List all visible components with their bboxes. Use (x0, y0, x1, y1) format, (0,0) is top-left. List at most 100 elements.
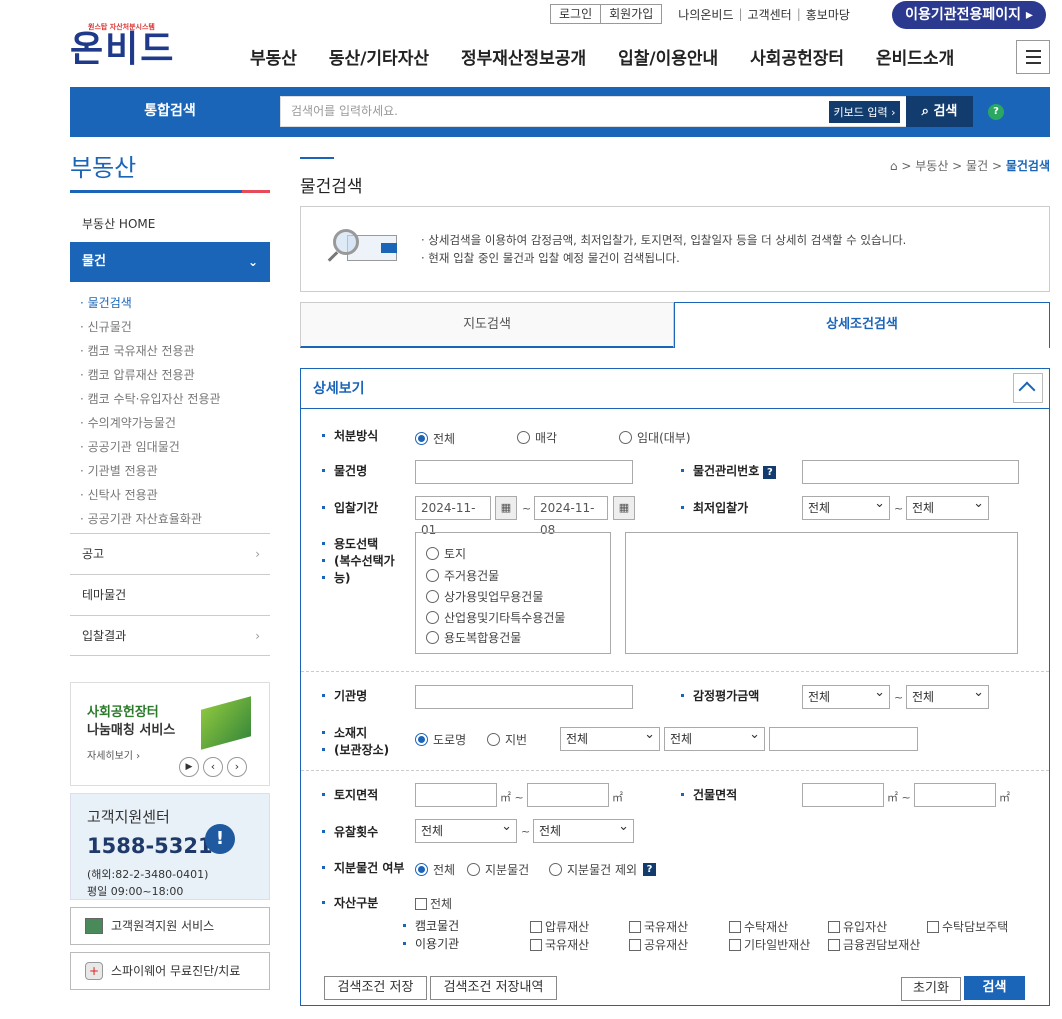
location-radio-road[interactable]: 도로명 (415, 731, 466, 748)
saved-conditions-button[interactable]: 검색조건 저장내역 (430, 976, 557, 1000)
item-name-input[interactable] (415, 460, 633, 484)
help-icon[interactable]: ? (988, 104, 1004, 120)
usage-selected-box[interactable] (625, 532, 1018, 654)
lnb-sub-item[interactable]: · 캠코 국유재산 전용관 (80, 342, 195, 359)
location-sido-select[interactable]: 전체 (560, 724, 660, 751)
asset-checkbox[interactable]: 국유재산 (629, 918, 688, 935)
asset-all-checkbox[interactable]: 전체 (415, 895, 452, 912)
play-icon[interactable]: ▶ (179, 757, 199, 777)
join-link[interactable]: 회원가입 (601, 4, 663, 24)
lnb-sub-item[interactable]: · 수의계약가능물건 (80, 414, 176, 431)
lnb-sub-item[interactable]: · 기관별 전용관 (80, 462, 158, 479)
share-radio-exclude[interactable]: 지분물건 제외? (549, 861, 657, 878)
usage-option[interactable]: 산업용및기타특수용건물 (426, 609, 565, 626)
lnb-sub-item-active[interactable]: · 물건검색 (80, 294, 132, 311)
gnb-realestate[interactable]: 부동산 (250, 44, 297, 69)
org-input[interactable] (415, 685, 633, 709)
disposal-radio-lease[interactable]: 임대(대부) (619, 429, 691, 446)
next-icon[interactable]: › (227, 757, 247, 777)
min-bid-label: 최저입찰가 (680, 501, 749, 515)
home-icon[interactable]: ⌂ (890, 159, 898, 173)
lnb-sub-item[interactable]: · 캠코 압류재산 전용관 (80, 366, 195, 383)
location-sigungu-select[interactable]: 전체 (664, 724, 765, 751)
more-link[interactable]: 자세히보기 › (87, 747, 140, 762)
tab-map-search[interactable]: 지도검색 (300, 302, 674, 348)
usage-option[interactable]: 주거용건물 (426, 567, 499, 584)
location-label: 소재지 (321, 726, 368, 740)
asset-checkbox[interactable]: 유입자산 (828, 918, 887, 935)
location-radio-lot[interactable]: 지번 (487, 731, 527, 748)
bldg-area-to-input[interactable] (914, 783, 996, 807)
customer-center-link[interactable]: 고객센터 (748, 6, 792, 23)
land-area-from-input[interactable] (415, 783, 497, 807)
calendar-icon[interactable]: ▦ (495, 496, 517, 520)
bid-from-input[interactable]: 2024-11-01 (415, 496, 491, 537)
bldg-area-from-input[interactable] (802, 783, 884, 807)
lnb-title: 부동산 (70, 154, 137, 182)
reset-button[interactable]: 초기화 (901, 977, 961, 1001)
question-icon[interactable]: ? (643, 863, 657, 876)
asset-checkbox[interactable]: 금융권담보재산 (828, 936, 920, 953)
appraisal-from-select[interactable]: 전체 (802, 682, 890, 709)
save-conditions-button[interactable]: 검색조건 저장 (324, 976, 427, 1000)
lnb-sub-item[interactable]: · 신탁사 전용관 (80, 486, 158, 503)
fail-count-to-select[interactable]: 전체 (533, 816, 634, 843)
search-button[interactable]: ⌕ 검색 (906, 96, 973, 127)
lnb-sub-item[interactable]: · 공공기관 자산효율화관 (80, 510, 202, 527)
magnifier-icon (327, 229, 405, 269)
bid-to-input[interactable]: 2024-11-08 (534, 496, 608, 537)
my-onbid-link[interactable]: 나의온비드 (678, 6, 733, 23)
lnb-item-active[interactable]: 물건 ⌄ (70, 242, 270, 282)
pr-link[interactable]: 홍보마당 (806, 6, 850, 23)
gnb-about[interactable]: 온비드소개 (876, 44, 954, 69)
login-link[interactable]: 로그인 (550, 4, 602, 24)
asset-checkbox[interactable]: 압류재산 (530, 918, 589, 935)
min-bid-from-select[interactable]: 전체 (802, 493, 890, 520)
fail-count-from-select[interactable]: 전체 (415, 816, 517, 843)
lnb-item-results[interactable]: 입찰결과 › (70, 615, 270, 656)
social-banner[interactable]: 사회공헌장터 나눔매칭 서비스 자세히보기 › ▶ ‹ › (70, 682, 270, 786)
lnb-sub-item[interactable]: · 공공기관 임대물건 (80, 438, 180, 455)
lnb-home[interactable]: 부동산 HOME (70, 215, 270, 232)
search-input[interactable]: 검색어를 입력하세요. (280, 96, 912, 127)
lnb-sub-item[interactable]: · 신규물건 (80, 318, 132, 335)
top-links: 로그인 회원가입 나의온비드 | 고객센터 | 홍보마당 (550, 4, 850, 24)
appraisal-to-select[interactable]: 전체 (906, 682, 989, 709)
disposal-radio-all[interactable]: 전체 (415, 430, 455, 447)
calendar-icon[interactable]: ▦ (613, 496, 635, 520)
land-area-to-input[interactable] (527, 783, 609, 807)
lnb-sub-item[interactable]: · 캠코 수탁·유입자산 전용관 (80, 390, 221, 407)
lnb-item-theme[interactable]: 테마물건 (70, 574, 270, 615)
usage-option[interactable]: 토지 (426, 545, 466, 562)
asset-checkbox[interactable]: 수탁담보주택 (927, 918, 1008, 935)
land-area-label: 토지면적 (321, 788, 379, 802)
asset-checkbox[interactable]: 수탁재산 (729, 918, 788, 935)
search-submit-button[interactable]: 검색 (964, 976, 1025, 1000)
gnb-bid-guide[interactable]: 입찰/이용안내 (618, 44, 718, 69)
collapse-button[interactable] (1013, 373, 1043, 403)
prev-icon[interactable]: ‹ (203, 757, 223, 777)
tab-detail-search[interactable]: 상세조건검색 (674, 302, 1050, 348)
usage-option[interactable]: 용도복합용건물 (426, 629, 521, 646)
keyboard-input-button[interactable]: 키보드 입력 › (828, 100, 901, 124)
asset-checkbox[interactable]: 공유재산 (629, 936, 688, 953)
share-radio-share[interactable]: 지분물건 (467, 861, 529, 878)
asset-checkbox[interactable]: 기타일반재산 (729, 936, 810, 953)
usage-option[interactable]: 상가용및업무용건물 (426, 588, 543, 605)
min-bid-to-select[interactable]: 전체 (906, 493, 989, 520)
item-no-input[interactable] (802, 460, 1019, 484)
site-logo[interactable]: 원스탑 자산처분시스템 온비드 (70, 22, 175, 68)
spyware-button[interactable]: + 스파이웨어 무료진단/치료 (70, 952, 270, 990)
asset-checkbox[interactable]: 국유재산 (530, 936, 589, 953)
org-only-page-button[interactable]: 이용기관전용페이지 ▸ (892, 1, 1046, 29)
gnb-movables[interactable]: 동산/기타자산 (329, 44, 429, 69)
share-radio-all[interactable]: 전체 (415, 861, 455, 878)
gnb-social[interactable]: 사회공헌장터 (750, 44, 844, 69)
question-icon[interactable]: ? (763, 466, 777, 479)
menu-icon[interactable] (1016, 40, 1050, 74)
location-detail-input[interactable] (769, 727, 918, 751)
remote-support-button[interactable]: 고객원격지원 서비스 (70, 907, 270, 945)
lnb-item-notice[interactable]: 공고 › (70, 533, 270, 574)
disposal-radio-sale[interactable]: 매각 (517, 429, 557, 446)
gnb-gov-info[interactable]: 정부재산정보공개 (461, 44, 586, 69)
